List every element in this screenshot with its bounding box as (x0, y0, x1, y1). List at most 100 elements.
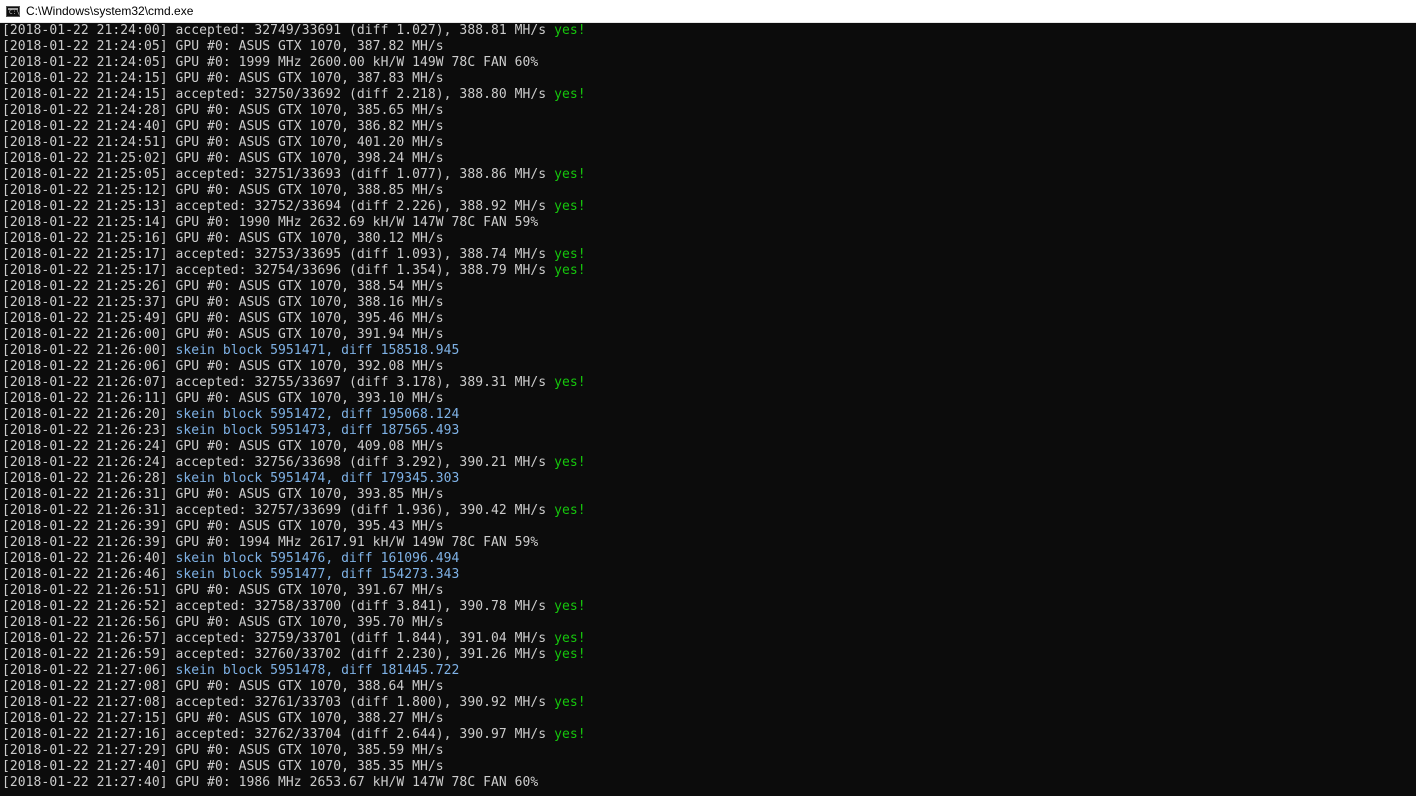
log-line: [2018-01-22 21:25:37] GPU #0: ASUS GTX 1… (2, 295, 1416, 311)
log-message: accepted: 32750/33692 (diff 2.218), 388.… (167, 87, 555, 102)
log-timestamp: [2018-01-22 21:24:00] (2, 23, 168, 38)
log-line: [2018-01-22 21:25:49] GPU #0: ASUS GTX 1… (2, 311, 1416, 327)
log-message: GPU #0: ASUS GTX 1070, 409.08 MH/s (167, 439, 444, 454)
log-timestamp: [2018-01-22 21:26:20] (2, 407, 168, 422)
log-message: GPU #0: 1999 MHz 2600.00 kH/W 149W 78C F… (167, 55, 539, 70)
log-line: [2018-01-22 21:26:00] GPU #0: ASUS GTX 1… (2, 327, 1416, 343)
log-timestamp: [2018-01-22 21:24:15] (2, 71, 168, 86)
log-timestamp: [2018-01-22 21:25:37] (2, 295, 168, 310)
log-line: [2018-01-22 21:25:02] GPU #0: ASUS GTX 1… (2, 151, 1416, 167)
log-timestamp: [2018-01-22 21:25:16] (2, 231, 168, 246)
log-message: GPU #0: ASUS GTX 1070, 391.94 MH/s (167, 327, 444, 342)
log-line: [2018-01-22 21:26:11] GPU #0: ASUS GTX 1… (2, 391, 1416, 407)
log-timestamp: [2018-01-22 21:27:15] (2, 711, 168, 726)
accepted-yes-flag: yes! (554, 87, 586, 102)
accepted-yes-flag: yes! (554, 23, 586, 38)
log-message: GPU #0: ASUS GTX 1070, 388.16 MH/s (167, 295, 444, 310)
log-message: GPU #0: ASUS GTX 1070, 380.12 MH/s (167, 231, 444, 246)
log-line: [2018-01-22 21:27:08] GPU #0: ASUS GTX 1… (2, 679, 1416, 695)
log-line-accepted: [2018-01-22 21:25:05] accepted: 32751/33… (2, 167, 1416, 183)
log-line: [2018-01-22 21:24:51] GPU #0: ASUS GTX 1… (2, 135, 1416, 151)
log-message: accepted: 32751/33693 (diff 1.077), 388.… (167, 167, 555, 182)
console-output[interactable]: [2018-01-22 21:24:00] accepted: 32749/33… (0, 23, 1416, 796)
log-message: GPU #0: ASUS GTX 1070, 387.82 MH/s (167, 39, 444, 54)
log-message: skein block 5951473, diff 187565.493 (167, 423, 460, 438)
log-timestamp: [2018-01-22 21:25:17] (2, 247, 168, 262)
cmd-app-icon[interactable]: C:\ (6, 5, 20, 17)
log-message: GPU #0: ASUS GTX 1070, 395.70 MH/s (167, 615, 444, 630)
log-line: [2018-01-22 21:27:29] GPU #0: ASUS GTX 1… (2, 743, 1416, 759)
log-line: [2018-01-22 21:26:06] GPU #0: ASUS GTX 1… (2, 359, 1416, 375)
log-line-block: [2018-01-22 21:26:40] skein block 595147… (2, 551, 1416, 567)
accepted-yes-flag: yes! (554, 263, 586, 278)
window-titlebar[interactable]: C:\ C:\Windows\system32\cmd.exe (0, 0, 1416, 23)
accepted-yes-flag: yes! (554, 631, 586, 646)
log-timestamp: [2018-01-22 21:25:13] (2, 199, 168, 214)
log-timestamp: [2018-01-22 21:25:26] (2, 279, 168, 294)
log-line-block: [2018-01-22 21:26:23] skein block 595147… (2, 423, 1416, 439)
log-message: accepted: 32749/33691 (diff 1.027), 388.… (167, 23, 555, 38)
log-timestamp: [2018-01-22 21:26:28] (2, 471, 168, 486)
log-message: GPU #0: ASUS GTX 1070, 395.46 MH/s (167, 311, 444, 326)
log-line: [2018-01-22 21:26:39] GPU #0: 1994 MHz 2… (2, 535, 1416, 551)
log-line: [2018-01-22 21:26:56] GPU #0: ASUS GTX 1… (2, 615, 1416, 631)
log-timestamp: [2018-01-22 21:26:46] (2, 567, 168, 582)
log-timestamp: [2018-01-22 21:26:00] (2, 343, 168, 358)
log-line-accepted: [2018-01-22 21:24:00] accepted: 32749/33… (2, 23, 1416, 39)
log-message: GPU #0: 1994 MHz 2617.91 kH/W 149W 78C F… (167, 535, 539, 550)
log-line: [2018-01-22 21:26:31] GPU #0: ASUS GTX 1… (2, 487, 1416, 503)
log-timestamp: [2018-01-22 21:26:11] (2, 391, 168, 406)
log-line: [2018-01-22 21:24:05] GPU #0: ASUS GTX 1… (2, 39, 1416, 55)
log-message: skein block 5951472, diff 195068.124 (167, 407, 460, 422)
log-message: GPU #0: ASUS GTX 1070, 398.24 MH/s (167, 151, 444, 166)
log-message: GPU #0: ASUS GTX 1070, 387.83 MH/s (167, 71, 444, 86)
log-line-block: [2018-01-22 21:26:46] skein block 595147… (2, 567, 1416, 583)
log-line-accepted: [2018-01-22 21:26:24] accepted: 32756/33… (2, 455, 1416, 471)
log-line: [2018-01-22 21:27:40] GPU #0: 1986 MHz 2… (2, 775, 1416, 791)
log-message: GPU #0: ASUS GTX 1070, 388.85 MH/s (167, 183, 444, 198)
log-timestamp: [2018-01-22 21:27:40] (2, 775, 168, 790)
log-timestamp: [2018-01-22 21:26:51] (2, 583, 168, 598)
log-timestamp: [2018-01-22 21:26:59] (2, 647, 168, 662)
log-timestamp: [2018-01-22 21:25:12] (2, 183, 168, 198)
log-timestamp: [2018-01-22 21:26:31] (2, 503, 168, 518)
log-line: [2018-01-22 21:26:51] GPU #0: ASUS GTX 1… (2, 583, 1416, 599)
log-line-accepted: [2018-01-22 21:26:57] accepted: 32759/33… (2, 631, 1416, 647)
log-timestamp: [2018-01-22 21:24:40] (2, 119, 168, 134)
log-message: GPU #0: ASUS GTX 1070, 386.82 MH/s (167, 119, 444, 134)
log-line-accepted: [2018-01-22 21:24:15] accepted: 32750/33… (2, 87, 1416, 103)
log-line-accepted: [2018-01-22 21:27:08] accepted: 32761/33… (2, 695, 1416, 711)
accepted-yes-flag: yes! (554, 199, 586, 214)
log-timestamp: [2018-01-22 21:27:06] (2, 663, 168, 678)
log-message: accepted: 32762/33704 (diff 2.644), 390.… (167, 727, 555, 742)
log-message: GPU #0: ASUS GTX 1070, 388.54 MH/s (167, 279, 444, 294)
log-timestamp: [2018-01-22 21:26:56] (2, 615, 168, 630)
log-timestamp: [2018-01-22 21:26:40] (2, 551, 168, 566)
log-timestamp: [2018-01-22 21:24:05] (2, 39, 168, 54)
log-message: accepted: 32752/33694 (diff 2.226), 388.… (167, 199, 555, 214)
log-line: [2018-01-22 21:26:39] GPU #0: ASUS GTX 1… (2, 519, 1416, 535)
log-line-accepted: [2018-01-22 21:26:31] accepted: 32757/33… (2, 503, 1416, 519)
log-message: GPU #0: ASUS GTX 1070, 388.27 MH/s (167, 711, 444, 726)
log-timestamp: [2018-01-22 21:25:17] (2, 263, 168, 278)
log-line-accepted: [2018-01-22 21:26:07] accepted: 32755/33… (2, 375, 1416, 391)
accepted-yes-flag: yes! (554, 727, 586, 742)
log-line: [2018-01-22 21:25:16] GPU #0: ASUS GTX 1… (2, 231, 1416, 247)
log-timestamp: [2018-01-22 21:27:16] (2, 727, 168, 742)
log-line: [2018-01-22 21:24:15] GPU #0: ASUS GTX 1… (2, 71, 1416, 87)
log-message: GPU #0: ASUS GTX 1070, 385.65 MH/s (167, 103, 444, 118)
log-message: GPU #0: ASUS GTX 1070, 395.43 MH/s (167, 519, 444, 534)
log-line-accepted: [2018-01-22 21:26:52] accepted: 32758/33… (2, 599, 1416, 615)
log-message: GPU #0: ASUS GTX 1070, 393.10 MH/s (167, 391, 444, 406)
log-line-block: [2018-01-22 21:26:00] skein block 595147… (2, 343, 1416, 359)
accepted-yes-flag: yes! (554, 647, 586, 662)
log-timestamp: [2018-01-22 21:26:07] (2, 375, 168, 390)
log-message: accepted: 32757/33699 (diff 1.936), 390.… (167, 503, 555, 518)
log-line: [2018-01-22 21:25:26] GPU #0: ASUS GTX 1… (2, 279, 1416, 295)
log-timestamp: [2018-01-22 21:26:24] (2, 455, 168, 470)
log-timestamp: [2018-01-22 21:26:52] (2, 599, 168, 614)
log-line-accepted: [2018-01-22 21:25:17] accepted: 32753/33… (2, 247, 1416, 263)
log-timestamp: [2018-01-22 21:27:29] (2, 743, 168, 758)
log-timestamp: [2018-01-22 21:26:39] (2, 519, 168, 534)
log-line: [2018-01-22 21:27:40] GPU #0: ASUS GTX 1… (2, 759, 1416, 775)
